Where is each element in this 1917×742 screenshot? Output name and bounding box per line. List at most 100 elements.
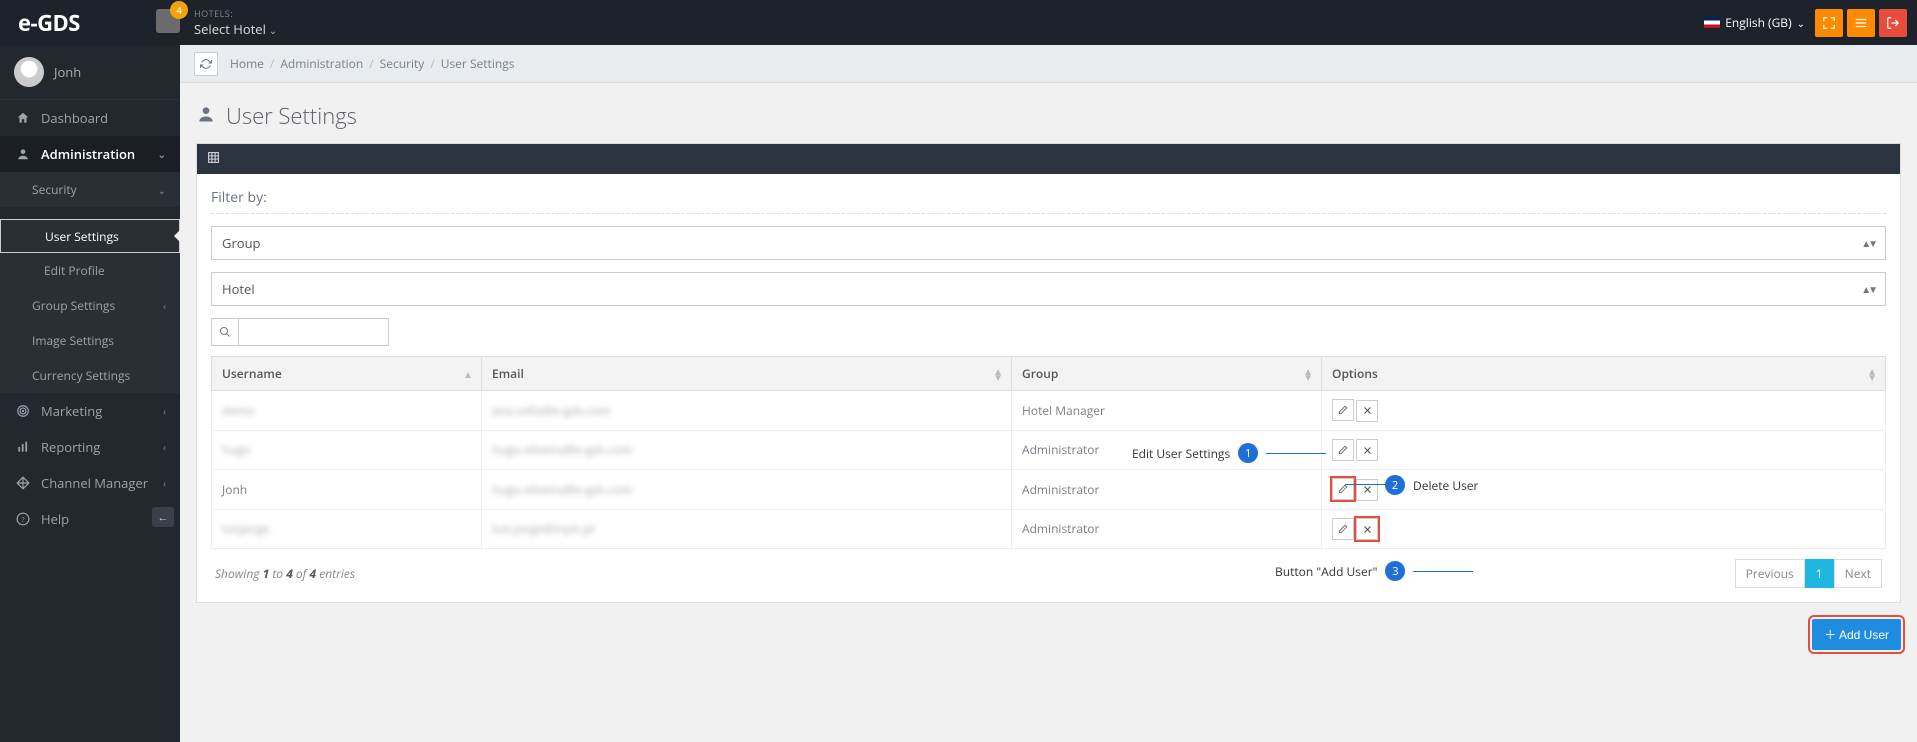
sidebar-item-edit-profile[interactable]: Edit Profile bbox=[0, 253, 180, 288]
add-user-button[interactable]: ＋ Add User bbox=[1812, 619, 1901, 650]
select-arrows-icon: ▲▼ bbox=[1861, 282, 1875, 296]
sidebar-item-label: Currency Settings bbox=[32, 367, 130, 384]
cell-options bbox=[1322, 470, 1886, 510]
logout-icon bbox=[1886, 16, 1900, 30]
sort-icon: ▲▼ bbox=[1303, 368, 1313, 380]
delete-user-button[interactable] bbox=[1356, 439, 1378, 461]
chevron-down-icon: ⌄ bbox=[158, 147, 166, 161]
sort-icon: ▲▼ bbox=[993, 368, 1003, 380]
chevron-down-icon: ⌄ bbox=[269, 23, 277, 37]
users-table: Username ▲ Email ▲▼ Group ▲▼ bbox=[211, 356, 1886, 549]
hotel-select[interactable]: Hotel ▲▼ bbox=[211, 272, 1886, 306]
col-label: Email bbox=[492, 365, 524, 382]
pager-next[interactable]: Next bbox=[1834, 559, 1882, 588]
refresh-button[interactable] bbox=[194, 52, 218, 76]
breadcrumb-admin[interactable]: Administration bbox=[280, 55, 363, 72]
pager-page-1[interactable]: 1 bbox=[1805, 559, 1834, 588]
sidebar-item-security[interactable]: Security ⌄ bbox=[0, 172, 180, 207]
group-select-value: Group bbox=[222, 234, 261, 252]
breadcrumb-security[interactable]: Security bbox=[380, 55, 425, 72]
sidebar-collapse-button[interactable]: ← bbox=[152, 507, 174, 527]
topbar-right: English (GB) ⌄ bbox=[1704, 9, 1907, 37]
sidebar-item-channel-manager[interactable]: Channel Manager ‹ bbox=[0, 465, 180, 501]
delete-user-button[interactable] bbox=[1356, 400, 1378, 422]
col-options: Options ▲▼ bbox=[1322, 357, 1886, 391]
edit-user-button[interactable] bbox=[1332, 518, 1354, 540]
chevron-left-icon: ‹ bbox=[163, 476, 166, 490]
pencil-icon bbox=[1338, 524, 1348, 534]
chart-icon bbox=[14, 440, 32, 454]
edit-user-button[interactable] bbox=[1332, 439, 1354, 461]
logout-button[interactable] bbox=[1879, 9, 1907, 37]
table-row: Jonhhugo.oliveira@e-gds.comAdministrator bbox=[212, 470, 1886, 510]
sidebar-item-currency-settings[interactable]: Currency Settings bbox=[0, 358, 180, 393]
cell-email: hugo.oliveira@e-gds.com bbox=[482, 430, 1012, 470]
sidebar-item-label: User Settings bbox=[45, 228, 119, 245]
cell-email: luis.jorge@inyst.pt bbox=[482, 509, 1012, 549]
sidebar-item-group-settings[interactable]: Group Settings ‹ bbox=[0, 288, 180, 323]
sidebar: Jonh Dashboard Administration ⌄ Security… bbox=[0, 45, 180, 742]
sidebar-nav: Dashboard Administration ⌄ Security ⌄ Us… bbox=[0, 100, 180, 537]
col-username[interactable]: Username ▲ bbox=[212, 357, 482, 391]
breadcrumb-home[interactable]: Home bbox=[230, 55, 264, 72]
filter-label: Filter by: bbox=[211, 188, 1886, 214]
target-icon bbox=[14, 404, 32, 418]
search-input[interactable] bbox=[239, 318, 389, 346]
pager: Previous 1 Next bbox=[1735, 559, 1882, 588]
close-icon bbox=[1363, 406, 1372, 415]
sidebar-item-marketing[interactable]: Marketing ‹ bbox=[0, 393, 180, 429]
sidebar-item-administration[interactable]: Administration ⌄ bbox=[0, 136, 180, 172]
menu-button[interactable] bbox=[1847, 9, 1875, 37]
content: Home/ Administration/ Security/ User Set… bbox=[180, 45, 1917, 742]
table-row: luisjorgeluis.jorge@inyst.ptAdministrato… bbox=[212, 509, 1886, 549]
sidebar-item-label: Reporting bbox=[41, 438, 100, 456]
language-label: English (GB) bbox=[1725, 14, 1791, 31]
cell-group: Hotel Manager bbox=[1012, 391, 1322, 431]
col-email[interactable]: Email ▲▼ bbox=[482, 357, 1012, 391]
panel-body: Filter by: Group ▲▼ Hotel ▲▼ bbox=[197, 174, 1900, 602]
cell-username: demo bbox=[212, 391, 482, 431]
sidebar-user[interactable]: Jonh bbox=[0, 45, 180, 100]
svg-text:?: ? bbox=[21, 515, 25, 525]
hotel-selector-label: HOTELS: bbox=[194, 7, 277, 20]
table-row: demoana.sofia@e-gds.comHotel Manager bbox=[212, 391, 1886, 431]
refresh-icon bbox=[200, 58, 212, 70]
sidebar-item-dashboard[interactable]: Dashboard bbox=[0, 100, 180, 136]
search-button[interactable] bbox=[211, 318, 239, 346]
delete-user-button[interactable] bbox=[1356, 479, 1378, 501]
search-icon bbox=[219, 326, 231, 338]
notifications[interactable]: 4 bbox=[156, 9, 180, 37]
edit-user-button[interactable] bbox=[1332, 478, 1354, 500]
avatar bbox=[14, 57, 44, 87]
pager-previous[interactable]: Previous bbox=[1735, 559, 1805, 588]
close-icon bbox=[1363, 485, 1372, 494]
col-label: Options bbox=[1332, 365, 1378, 382]
arrow-left-icon: ← bbox=[158, 510, 169, 525]
sidebar-item-label: Administration bbox=[41, 145, 135, 163]
sidebar-item-image-settings[interactable]: Image Settings bbox=[0, 323, 180, 358]
sidebar-item-reporting[interactable]: Reporting ‹ bbox=[0, 429, 180, 465]
fullscreen-button[interactable] bbox=[1815, 9, 1843, 37]
close-icon bbox=[1363, 446, 1372, 455]
language-selector[interactable]: English (GB) ⌄ bbox=[1704, 14, 1805, 31]
col-label: Group bbox=[1022, 365, 1058, 382]
cell-group: Administrator bbox=[1012, 430, 1322, 470]
notification-count: 4 bbox=[170, 1, 188, 19]
menu-icon bbox=[1854, 16, 1868, 30]
chevron-down-icon: ⌄ bbox=[158, 183, 166, 197]
table-footer: Showing 1 to 4 of 4 entries Previous 1 N… bbox=[211, 549, 1886, 588]
edit-user-button[interactable] bbox=[1332, 399, 1354, 421]
home-icon bbox=[14, 111, 32, 125]
delete-user-button[interactable] bbox=[1356, 518, 1378, 540]
sidebar-item-label: Image Settings bbox=[32, 332, 114, 349]
select-arrows-icon: ▲▼ bbox=[1861, 236, 1875, 250]
hotel-selector[interactable]: HOTELS: Select Hotel ⌄ bbox=[194, 7, 277, 38]
add-user-row: ＋ Add User bbox=[196, 619, 1901, 650]
chevron-left-icon: ‹ bbox=[163, 440, 166, 454]
pencil-icon bbox=[1338, 405, 1348, 415]
sidebar-item-user-settings[interactable]: User Settings bbox=[0, 219, 180, 253]
col-group[interactable]: Group ▲▼ bbox=[1012, 357, 1322, 391]
cell-email: hugo.oliveira@e-gds.com bbox=[482, 470, 1012, 510]
group-select[interactable]: Group ▲▼ bbox=[211, 226, 1886, 260]
topbar: e-GDS 4 HOTELS: Select Hotel ⌄ English (… bbox=[0, 0, 1917, 45]
